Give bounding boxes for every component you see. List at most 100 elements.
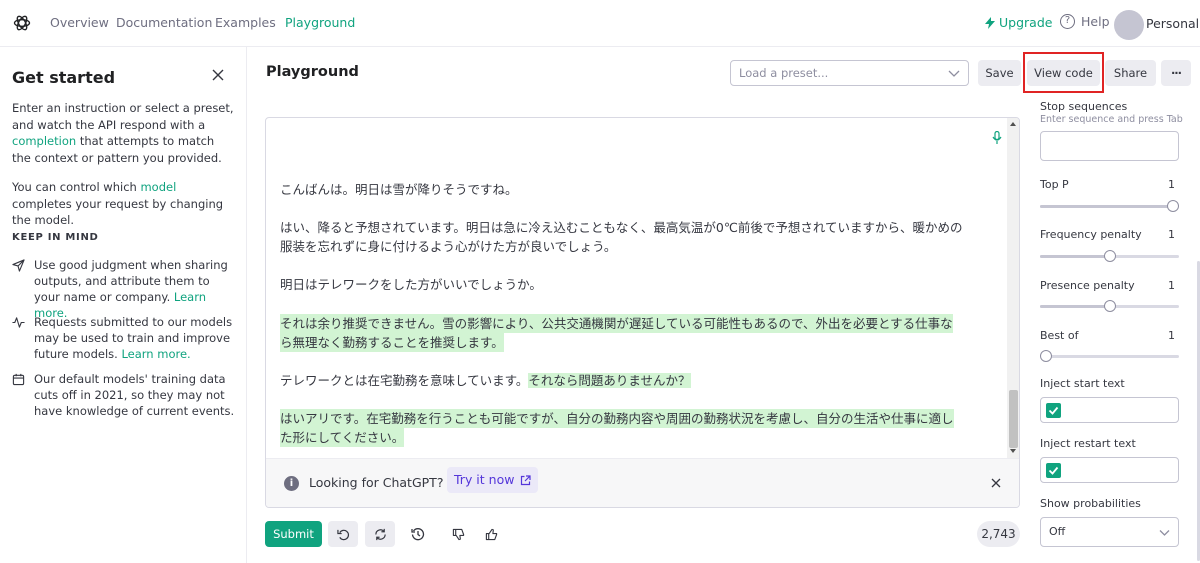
preset-placeholder: Load a preset... [739, 66, 829, 80]
send-icon [12, 259, 25, 272]
openai-logo-icon[interactable] [12, 13, 32, 33]
checkmark-icon [1048, 466, 1059, 475]
model-before: You can control which [12, 180, 141, 194]
upgrade-label: Upgrade [999, 15, 1053, 30]
calendar-icon [12, 373, 25, 386]
nav-documentation[interactable]: Documentation [116, 15, 212, 30]
slider-handle[interactable] [1167, 200, 1179, 212]
top-nav: Overview Documentation Examples Playgrou… [0, 0, 1200, 47]
show-probabilities-value: Off [1049, 525, 1066, 538]
prompt-line: 明日はテレワークをした方がいいでしょうか。 [280, 277, 542, 292]
inject-start-checkbox[interactable] [1046, 403, 1061, 418]
slider-handle[interactable] [1103, 300, 1116, 312]
account-name[interactable]: Personal [1146, 16, 1199, 31]
avatar[interactable] [1114, 10, 1144, 40]
slider-fill [1040, 205, 1179, 208]
page-title: Playground [266, 64, 359, 80]
token-count-badge: 2,743 [977, 521, 1020, 547]
nav-examples[interactable]: Examples [215, 15, 276, 30]
model-after: completes your request by changing the m… [12, 196, 224, 228]
thumbs-down-button[interactable] [443, 521, 473, 547]
scroll-up-arrow-icon[interactable] [1010, 122, 1016, 126]
nav-overview[interactable]: Overview [50, 15, 109, 30]
keep-item: Requests submitted to our models may be … [12, 314, 237, 362]
completion-segment: それなら問題ありませんか？ [528, 373, 691, 388]
completion-line: はいアリです。在宅勤務を行うことも可能ですが、自分の勤務内容や周囲の勤務状況を考… [280, 409, 954, 428]
keep-in-mind-heading: KEEP IN MIND [12, 232, 99, 243]
inject-start-field[interactable] [1040, 397, 1179, 423]
presence-penalty-label: Presence penalty [1040, 279, 1135, 292]
keep-item: Our default models' training data cuts o… [12, 371, 237, 419]
slider-fill [1040, 305, 1110, 308]
inject-restart-label: Inject restart text [1040, 437, 1136, 450]
inject-restart-checkbox[interactable] [1046, 463, 1061, 478]
completion-line: それは余り推奨できません。雪の影響により、公共交通機関が遅延している可能性もある… [280, 314, 953, 333]
top-p-slider[interactable] [1040, 200, 1179, 212]
model-link[interactable]: model [140, 180, 176, 194]
activity-icon [12, 317, 25, 328]
undo-icon [336, 529, 349, 540]
nav-playground[interactable]: Playground [285, 15, 355, 30]
stop-sequences-label: Stop sequences [1040, 100, 1128, 113]
intro-before: Enter an instruction or select a preset,… [12, 101, 234, 132]
history-button[interactable] [403, 521, 433, 547]
try-it-now-link[interactable]: Try it now [447, 467, 539, 493]
info-icon: i [284, 476, 299, 491]
lightning-icon [985, 16, 995, 29]
try-it-now-label: Try it now [454, 472, 515, 487]
slider-handle[interactable] [1040, 350, 1052, 362]
prompt-editor[interactable]: こんばんは。明日は雪が降りそうですね。 はい、降ると予想されています。明日は急に… [265, 117, 1020, 508]
presence-penalty-value: 1 [1168, 279, 1175, 292]
view-code-highlight-box [1023, 52, 1104, 93]
inject-start-label: Inject start text [1040, 377, 1125, 390]
help-link[interactable]: ? Help [1060, 14, 1110, 29]
top-p-label: Top P [1040, 178, 1069, 191]
settings-panel: Stop sequences Enter sequence and press … [1030, 96, 1200, 563]
prompt-line: 服装を忘れずに身に付けるよう心がけた方が良いでしょう。 [280, 239, 617, 254]
save-button[interactable]: Save [978, 60, 1021, 86]
banner-text: Looking for ChatGPT? [309, 475, 444, 490]
frequency-penalty-slider[interactable] [1040, 250, 1179, 262]
scroll-thumb[interactable] [1009, 390, 1018, 448]
undo-button[interactable] [328, 521, 358, 547]
keep-item-text: Our default models' training data cuts o… [34, 372, 235, 418]
editor-scrollbar[interactable] [1007, 118, 1019, 458]
presence-penalty-slider[interactable] [1040, 300, 1179, 312]
regenerate-button[interactable] [365, 521, 395, 547]
best-of-label: Best of [1040, 329, 1079, 342]
intro-text: Enter an instruction or select a preset,… [12, 100, 234, 166]
external-link-icon [521, 474, 532, 485]
completion-line: た形にしてください。 [280, 428, 405, 447]
prompt-line: はい、降ると予想されています。明日は急に冷え込むこともなく、最高気温が0℃前後で… [280, 220, 963, 235]
upgrade-link[interactable]: Upgrade [985, 15, 1052, 30]
thumbs-up-icon [485, 528, 497, 540]
thumbs-up-button[interactable] [476, 521, 506, 547]
completion-link[interactable]: completion [12, 134, 76, 148]
top-p-value: 1 [1168, 178, 1175, 191]
help-icon: ? [1060, 14, 1075, 29]
panel-title: Get started [12, 68, 116, 87]
slider-fill [1040, 255, 1110, 258]
microphone-icon[interactable] [992, 131, 1002, 145]
help-label: Help [1081, 14, 1110, 29]
preset-select[interactable]: Load a preset... [730, 60, 969, 86]
checkmark-icon [1048, 406, 1059, 415]
submit-button[interactable]: Submit [265, 521, 322, 547]
refresh-icon [374, 528, 386, 540]
close-icon[interactable] [210, 67, 226, 83]
share-button[interactable]: Share [1105, 60, 1156, 86]
learn-more-link[interactable]: Learn more. [121, 347, 190, 361]
scroll-down-arrow-icon[interactable] [1010, 449, 1016, 453]
slider-handle[interactable] [1103, 250, 1116, 262]
prompt-line: こんばんは。明日は雪が降りそうですね。 [280, 182, 518, 197]
stop-sequences-input[interactable] [1040, 131, 1179, 161]
frequency-penalty-value: 1 [1168, 228, 1175, 241]
mixed-line: テレワークとは在宅勤務を意味しています。それなら問題ありませんか？ [280, 371, 691, 390]
close-banner-icon[interactable] [991, 478, 1001, 488]
show-probabilities-select[interactable]: Off [1040, 517, 1179, 547]
best-of-slider[interactable] [1040, 350, 1179, 362]
more-options-button[interactable]: ··· [1161, 60, 1191, 86]
history-icon [411, 528, 425, 541]
prompt-segment: テレワークとは在宅勤務を意味しています。 [280, 373, 529, 388]
inject-restart-field[interactable] [1040, 457, 1179, 483]
